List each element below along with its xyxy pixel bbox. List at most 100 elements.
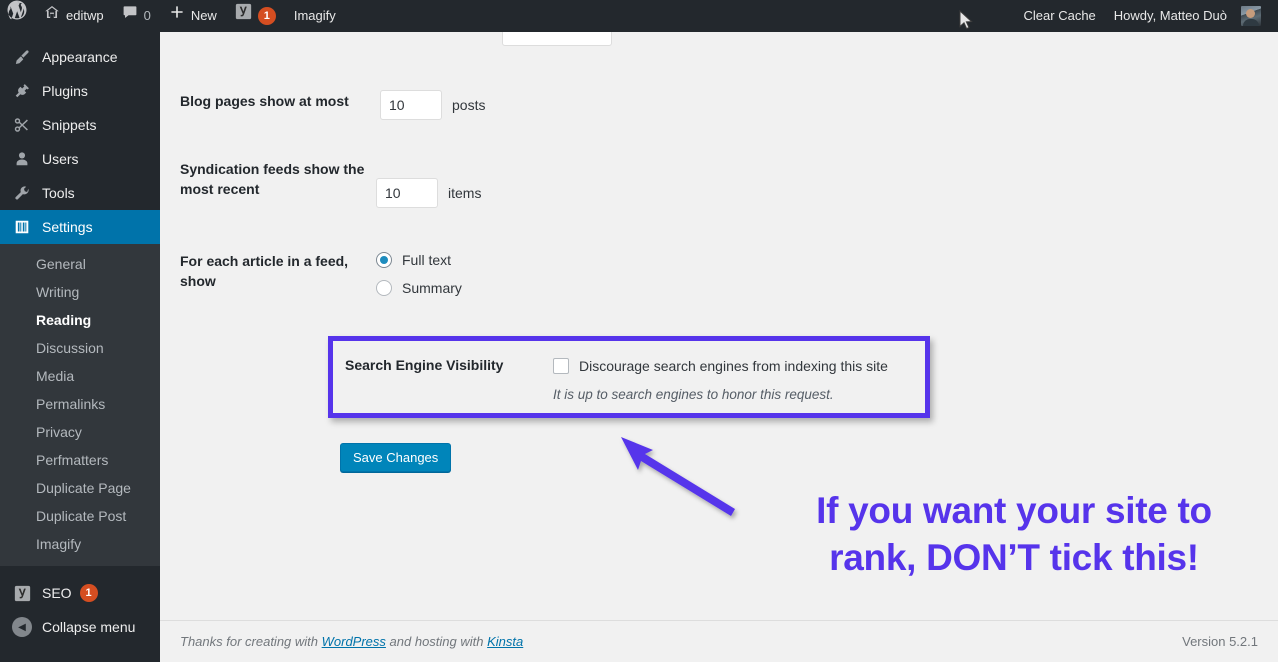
radio-indicator: [376, 252, 392, 268]
comments-menu[interactable]: 0: [113, 0, 160, 32]
wordpress-version-label: Version 5.2.1: [1182, 634, 1258, 649]
settings-sliders-icon: [12, 217, 32, 237]
submenu-item-perfmatters[interactable]: Perfmatters: [0, 446, 160, 474]
discourage-search-engines-checkbox[interactable]: [553, 358, 569, 374]
imagify-menu[interactable]: Imagify: [285, 0, 345, 32]
sidebar-item-settings[interactable]: Settings: [0, 210, 160, 244]
row-field: items: [376, 158, 1278, 208]
mouse-cursor: [959, 10, 975, 32]
submenu-item-writing[interactable]: Writing: [0, 278, 160, 306]
settings-submenu: General Writing Reading Discussion Media…: [0, 244, 160, 566]
yoast-logo-icon: [235, 0, 252, 32]
row-label: For each article in a feed, show: [180, 246, 376, 291]
syndication-feeds-unit: items: [448, 178, 481, 208]
yoast-seo-menu[interactable]: 1: [226, 0, 285, 32]
submenu-item-privacy[interactable]: Privacy: [0, 418, 160, 446]
sidebar-item-seo[interactable]: SEO 1: [0, 576, 160, 610]
row-blog-pages: Blog pages show at most posts: [180, 90, 1278, 120]
comment-bubble-icon: [122, 0, 138, 32]
radio-label: Full text: [402, 252, 451, 268]
sidebar-item-appearance[interactable]: Appearance: [0, 40, 160, 74]
new-content-menu[interactable]: New: [160, 0, 226, 32]
home-icon: [44, 0, 60, 32]
kinsta-link[interactable]: Kinsta: [487, 634, 523, 649]
sidebar-item-tools[interactable]: Tools: [0, 176, 160, 210]
wordpress-logo-icon: [7, 0, 27, 32]
site-name-label: editwp: [66, 0, 104, 32]
footer-thanks-text: Thanks for creating with WordPress and h…: [180, 634, 523, 649]
cutoff-select-field[interactable]: [502, 32, 612, 46]
admin-bar-right: Clear Cache Howdy, Matteo Duò: [1015, 0, 1278, 32]
submenu-item-duplicate-post[interactable]: Duplicate Post: [0, 502, 160, 530]
discourage-search-engines-checkbox-row[interactable]: Discourage search engines from indexing …: [553, 357, 925, 375]
submenu-item-imagify[interactable]: Imagify: [0, 530, 160, 558]
wordpress-link[interactable]: WordPress: [322, 634, 386, 649]
search-engine-visibility-label: Search Engine Visibility: [345, 357, 553, 375]
annotation-arrow-icon: [615, 427, 750, 527]
scissors-icon: [12, 115, 32, 135]
search-engine-visibility-body: Discourage search engines from indexing …: [553, 357, 925, 375]
site-name-menu[interactable]: editwp: [35, 0, 113, 32]
row-field: posts: [380, 90, 1278, 120]
row-field: Full text Summary: [376, 246, 1278, 308]
annotation-text: If you want your site to rank, DON’T tic…: [764, 487, 1264, 581]
seo-notification-badge: 1: [80, 584, 98, 602]
radio-indicator: [376, 280, 392, 296]
user-icon: [12, 149, 32, 169]
imagify-label: Imagify: [294, 0, 336, 32]
search-engine-visibility-highlight: Search Engine Visibility Discourage sear…: [328, 336, 930, 418]
my-account-menu[interactable]: Howdy, Matteo Duò: [1105, 0, 1270, 32]
comments-count: 0: [144, 0, 151, 32]
blog-pages-input[interactable]: [380, 90, 442, 120]
clear-cache-button[interactable]: Clear Cache: [1015, 0, 1105, 32]
avatar: [1241, 6, 1261, 26]
admin-bar-left: editwp 0 New: [0, 0, 345, 32]
sidebar-item-users[interactable]: Users: [0, 142, 160, 176]
radio-full-text[interactable]: Full text: [376, 252, 1278, 268]
footer-thanks-middle: and hosting with: [386, 634, 487, 649]
sidebar-item-label: Settings: [42, 219, 93, 235]
reading-settings-form: Blog pages show at most posts Syndicatio…: [160, 90, 1278, 308]
settings-reading-content: Blog pages show at most posts Syndicatio…: [160, 32, 1278, 662]
submenu-item-permalinks[interactable]: Permalinks: [0, 390, 160, 418]
submenu-item-reading[interactable]: Reading: [0, 306, 160, 334]
collapse-menu-label: Collapse menu: [42, 619, 135, 635]
new-label: New: [191, 0, 217, 32]
sidebar-item-label: Appearance: [42, 49, 118, 65]
sidebar-item-plugins[interactable]: Plugins: [0, 74, 160, 108]
save-changes-button[interactable]: Save Changes: [340, 443, 451, 472]
submenu-item-media[interactable]: Media: [0, 362, 160, 390]
annotation-line-1: If you want your site to: [764, 487, 1264, 534]
wordpress-admin-screen: editwp 0 New: [0, 0, 1278, 662]
plug-icon: [12, 81, 32, 101]
discourage-search-engines-label: Discourage search engines from indexing …: [579, 357, 888, 375]
footer-thanks-prefix: Thanks for creating with: [180, 634, 322, 649]
paintbrush-icon: [12, 47, 32, 67]
search-engine-visibility-description: It is up to search engines to honor this…: [553, 387, 925, 402]
wordpress-logo-menu[interactable]: [0, 0, 35, 32]
wrench-icon: [12, 183, 32, 203]
radio-summary[interactable]: Summary: [376, 280, 1278, 296]
radio-label: Summary: [402, 280, 462, 296]
row-feed-article: For each article in a feed, show Full te…: [180, 246, 1278, 308]
sidebar-item-snippets[interactable]: Snippets: [0, 108, 160, 142]
sidebar-item-label: Tools: [42, 185, 75, 201]
submenu-item-duplicate-page[interactable]: Duplicate Page: [0, 474, 160, 502]
sidebar-bottom-items: SEO 1 ◀ Collapse menu: [0, 576, 160, 644]
admin-sidebar-menu: Appearance Plugins: [0, 32, 160, 662]
collapse-menu-button[interactable]: ◀ Collapse menu: [0, 610, 160, 644]
submenu-item-discussion[interactable]: Discussion: [0, 334, 160, 362]
howdy-label: Howdy, Matteo Duò: [1114, 0, 1227, 32]
sidebar-item-label: SEO: [42, 585, 72, 601]
annotation-line-2: rank, DON’T tick this!: [764, 534, 1264, 581]
syndication-feeds-input[interactable]: [376, 178, 438, 208]
plus-icon: [169, 0, 185, 32]
yoast-logo-icon: [12, 583, 32, 603]
clear-cache-label: Clear Cache: [1024, 0, 1096, 32]
sidebar-item-label: Snippets: [42, 117, 96, 133]
admin-footer: Thanks for creating with WordPress and h…: [160, 620, 1278, 662]
row-label: Blog pages show at most: [180, 90, 380, 112]
blog-pages-unit: posts: [452, 90, 485, 120]
sidebar-main-items: Appearance Plugins: [0, 32, 160, 566]
submenu-item-general[interactable]: General: [0, 250, 160, 278]
